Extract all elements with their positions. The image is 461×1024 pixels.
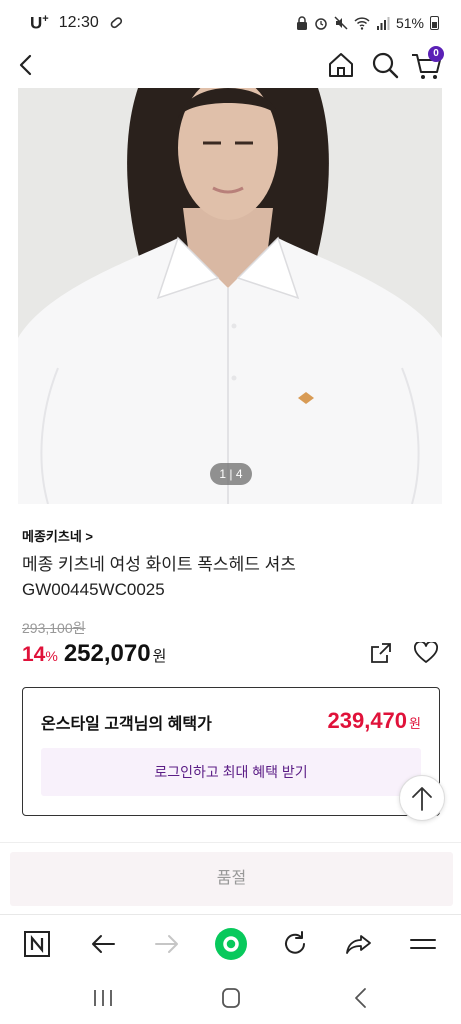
cart-count-badge: 0 xyxy=(428,46,444,62)
menu-button[interactable] xyxy=(408,929,438,959)
original-price: 293,100원 xyxy=(22,620,86,636)
price-row: 14 % 252,070 원 xyxy=(22,640,166,668)
product-image[interactable]: 1 | 4 xyxy=(18,88,442,504)
carrier-label: U+ xyxy=(30,12,49,33)
login-benefit-button[interactable]: 로그인하고 최대 혜택 받기 xyxy=(41,748,421,796)
clock: 12:30 xyxy=(58,14,99,31)
status-bar: U+ 12:30 51% xyxy=(0,0,461,46)
arrow-left-icon xyxy=(92,935,115,953)
share-icon xyxy=(371,643,391,663)
wishlist-button[interactable] xyxy=(414,640,438,664)
lock-icon xyxy=(296,16,307,30)
product-name: 메종 키츠네 여성 화이트 폭스헤드 셔츠 GW00445WC0025 xyxy=(22,552,422,602)
reload-icon xyxy=(285,931,305,954)
back-button[interactable] xyxy=(14,50,38,80)
benefit-price: 239,470 원 xyxy=(328,708,422,734)
product-name-line1: 메종 키츠네 여성 화이트 폭스헤드 셔츠 xyxy=(22,555,296,574)
app-header: 0 xyxy=(0,46,461,88)
image-counter: 1 | 4 xyxy=(210,463,252,485)
naver-home-button[interactable] xyxy=(22,929,52,959)
share-button[interactable] xyxy=(370,642,392,664)
browser-center-button[interactable] xyxy=(214,927,248,961)
chevron-left-icon xyxy=(19,54,32,76)
recent-apps-icon xyxy=(94,990,112,1006)
home-square-icon xyxy=(222,988,240,1008)
system-home-button[interactable] xyxy=(218,986,244,1010)
benefit-price-value: 239,470 xyxy=(327,708,408,733)
wifi-icon xyxy=(354,16,370,30)
battery-percent: 51% xyxy=(395,15,424,31)
chevron-left-icon xyxy=(355,988,366,1008)
cart-button[interactable]: 0 xyxy=(410,46,444,82)
share-arrow-icon xyxy=(346,935,371,954)
browser-back-button[interactable] xyxy=(88,929,118,959)
home-icon xyxy=(329,53,353,77)
discount-rate: 14 xyxy=(22,643,46,666)
recent-apps-button[interactable] xyxy=(90,986,116,1010)
alarm-icon xyxy=(315,18,327,30)
scroll-top-button[interactable] xyxy=(399,775,445,821)
mute-icon xyxy=(334,16,348,30)
arrow-up-icon xyxy=(412,787,432,811)
status-left: U+ 12:30 xyxy=(30,13,123,34)
brand-link[interactable]: 메종키츠네 > xyxy=(22,526,93,545)
search-button[interactable] xyxy=(370,50,400,80)
pill-icon xyxy=(110,17,122,29)
battery-icon xyxy=(430,16,439,30)
arrow-right-icon xyxy=(155,935,178,953)
system-navigation-bar xyxy=(0,972,461,1024)
reload-button[interactable] xyxy=(280,929,310,959)
product-code: GW00445WC0025 xyxy=(22,580,165,599)
soldout-button[interactable]: 품절 xyxy=(10,852,453,906)
search-icon xyxy=(372,52,399,79)
benefit-title: 온스타일 고객님의 혜택가 xyxy=(41,716,212,733)
menu-icon xyxy=(410,939,436,949)
naver-icon xyxy=(24,931,50,957)
sale-price: 252,070 xyxy=(63,640,151,667)
home-button[interactable] xyxy=(326,50,356,80)
currency-unit: 원 xyxy=(152,648,167,665)
discount-percent-sign: % xyxy=(45,648,58,664)
green-dot-icon xyxy=(215,928,247,960)
benefit-box: 온스타일 고객님의 혜택가 239,470 원 로그인하고 최대 혜택 받기 xyxy=(22,687,440,816)
share-page-button[interactable] xyxy=(344,929,374,959)
benefit-currency: 원 xyxy=(409,716,421,731)
browser-toolbar xyxy=(0,914,461,972)
heart-icon xyxy=(414,640,438,663)
product-photo xyxy=(18,88,442,504)
browser-forward-button[interactable] xyxy=(152,929,182,959)
system-back-button[interactable] xyxy=(348,986,374,1010)
signal-icon xyxy=(376,16,390,30)
status-right: 51% xyxy=(296,15,439,31)
section-divider xyxy=(0,842,461,843)
